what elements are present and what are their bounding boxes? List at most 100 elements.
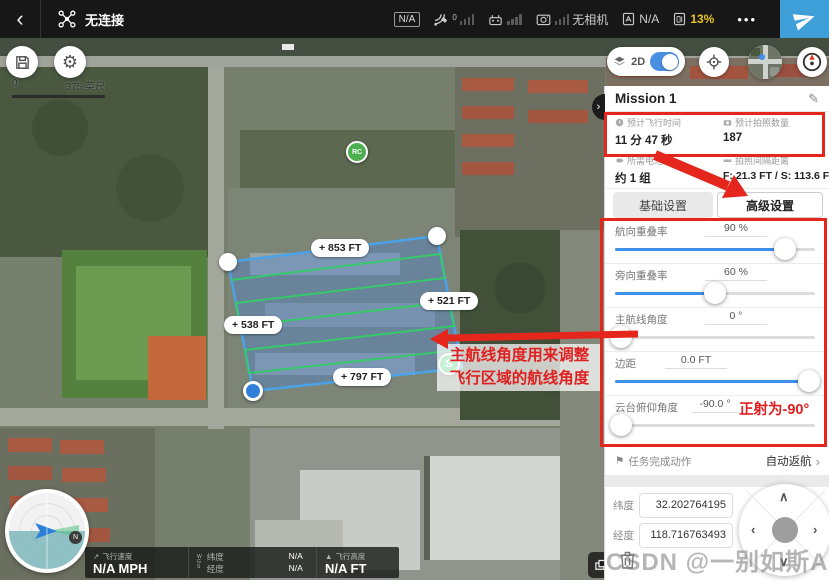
ruler-icon xyxy=(723,156,732,165)
margin-value[interactable]: 0.0 FT xyxy=(665,354,727,369)
telemetry-altitude: ▲飞行高度 N/A FT xyxy=(317,547,399,578)
clock-icon xyxy=(615,118,624,127)
minimap-button[interactable] xyxy=(748,45,782,79)
gimbal-pitch-value[interactable]: -90.0 ° xyxy=(691,398,739,413)
crosshair-icon xyxy=(706,54,722,70)
edge-measure-bottom[interactable]: + 797 FT xyxy=(333,368,391,386)
connection-label: 无连接 xyxy=(85,10,124,29)
battery-count-value: 约 1 组 xyxy=(615,170,727,186)
settings-button[interactable]: ⚙ xyxy=(54,46,86,78)
tab-basic-settings[interactable]: 基础设置 xyxy=(613,192,713,218)
scale-bar xyxy=(12,95,105,98)
margin-track[interactable] xyxy=(615,380,815,383)
more-menu-button[interactable]: ••• xyxy=(727,12,767,27)
route-angle-track[interactable] xyxy=(615,336,815,339)
scale-start: 0 xyxy=(12,78,18,93)
side-overlap-thumb[interactable] xyxy=(704,282,726,304)
gimbal-pitch-label: 云台俯仰角度 xyxy=(615,400,678,415)
dpad-right-button[interactable]: › xyxy=(813,522,817,537)
telemetry-lng-value: N/A xyxy=(289,563,303,575)
save-mission-button[interactable] xyxy=(6,46,38,78)
vertex-handle-selected[interactable] xyxy=(243,381,263,401)
gimbal-pitch-thumb[interactable] xyxy=(610,414,632,436)
scale-end: 375 英尺 xyxy=(66,78,105,93)
slider-margin: 边距 0.0 FT xyxy=(605,354,829,398)
vertex-handle-topleft[interactable] xyxy=(219,253,237,271)
margin-thumb[interactable] xyxy=(798,370,820,392)
flight-mode-status[interactable]: N/A xyxy=(621,11,659,27)
layers-icon xyxy=(613,54,626,69)
back-chevron-icon: ‹ xyxy=(16,6,23,32)
front-overlap-track[interactable] xyxy=(615,248,815,251)
route-note-line2: 飞行区域的航线角度 xyxy=(437,367,602,390)
mission-title: Mission 1 xyxy=(615,91,677,106)
tab-advanced-settings[interactable]: 高级设置 xyxy=(717,192,823,218)
rc-marker-label: RC xyxy=(352,149,362,156)
collapse-chevron-icon: › xyxy=(597,101,601,113)
toggle-knob xyxy=(662,54,678,70)
side-overlap-track[interactable] xyxy=(615,292,815,295)
chevron-right-icon: › xyxy=(816,454,820,469)
front-overlap-value[interactable]: 90 % xyxy=(705,222,767,237)
gear-icon: ⚙ xyxy=(62,52,78,73)
stat-battery-count: 所需电池数 约 1 组 xyxy=(615,154,727,186)
camera-signal-bars xyxy=(555,14,570,25)
takeoff-button[interactable] xyxy=(780,0,829,38)
route-note-line1: 主航线角度用来调整 xyxy=(437,344,602,367)
rc-location-marker: RC xyxy=(346,141,368,163)
slider-route-angle: 主航线角度 0 ° xyxy=(605,310,829,354)
map-mode-control: 2D xyxy=(607,47,685,76)
mission-settings-panel: › Mission 1 ✎ 预计飞行时间 11 分 47 秒 预计拍照数量 18… xyxy=(604,86,829,580)
battery-icon xyxy=(615,156,624,165)
gps-status[interactable]: 0 xyxy=(433,11,474,27)
route-angle-label: 主航线角度 xyxy=(615,312,668,327)
dpad-center-button[interactable] xyxy=(772,517,798,543)
gimbal-pitch-track[interactable] xyxy=(615,424,815,427)
aircraft-status-badge[interactable]: N/A xyxy=(394,12,421,27)
gimbal-note: 正射为-90° xyxy=(739,398,809,419)
edge-measure-left[interactable]: + 538 FT xyxy=(224,316,282,334)
watermark: CSDN @一别如斯AA xyxy=(606,542,829,577)
route-angle-note: 主航线角度用来调整 飞行区域的航线角度 xyxy=(437,344,602,391)
route-angle-value[interactable]: 0 ° xyxy=(705,310,767,325)
edge-measure-top[interactable]: + 853 FT xyxy=(311,239,369,257)
battery-board-icon xyxy=(672,11,687,27)
side-overlap-value[interactable]: 60 % xyxy=(705,266,767,281)
longitude-value: 118.716763493 xyxy=(650,529,726,541)
longitude-label: 经度 xyxy=(613,528,639,543)
airplane-icon xyxy=(790,5,819,34)
satellite-icon xyxy=(433,11,449,27)
photo-count-value: 187 xyxy=(723,132,829,144)
edit-mission-icon[interactable]: ✎ xyxy=(808,91,819,107)
flight-time-label: 预计飞行时间 xyxy=(627,116,681,129)
stat-photo-count: 预计拍照数量 187 xyxy=(723,116,829,144)
locate-button[interactable] xyxy=(699,47,729,77)
edge-measure-right[interactable]: + 521 FT xyxy=(420,292,478,310)
battery-status[interactable]: 13% xyxy=(672,11,714,27)
latitude-label: 纬度 xyxy=(613,498,639,513)
rc-signal-status[interactable] xyxy=(487,12,522,27)
save-icon xyxy=(14,54,31,71)
vertex-handle-topright[interactable] xyxy=(428,227,446,245)
dpad-left-button[interactable]: ‹ xyxy=(751,522,755,537)
front-overlap-thumb[interactable] xyxy=(774,238,796,260)
back-button[interactable]: ‹ xyxy=(0,0,40,38)
dpad-up-button[interactable]: ∧ xyxy=(779,489,789,505)
camera-status-label: 无相机 xyxy=(572,11,608,28)
finish-action-row[interactable]: ⚑任务完成动作 自动返航› xyxy=(605,449,829,473)
remote-controller-icon xyxy=(487,12,504,27)
2d-toggle[interactable] xyxy=(650,52,679,71)
camera-signal-status[interactable]: 无相机 xyxy=(535,11,609,28)
connection-status[interactable]: 无连接 xyxy=(57,9,124,29)
latitude-input[interactable]: 32.202764195 xyxy=(639,493,733,518)
camera-icon xyxy=(723,118,732,127)
divider xyxy=(605,188,829,189)
gps-count: 0 xyxy=(452,13,456,22)
battery-count-label: 所需电池数 xyxy=(627,154,672,167)
telemetry-bar: ↗飞行速度 N/A MPH W G S 纬度N/A 经度N/A ▲飞行高度 N/… xyxy=(85,547,399,578)
attitude-compass-widget[interactable]: N xyxy=(5,489,89,573)
route-angle-thumb[interactable] xyxy=(610,326,632,348)
divider xyxy=(605,395,829,396)
telemetry-lat-label: 纬度 xyxy=(207,551,224,563)
compass-reset-button[interactable] xyxy=(797,47,827,77)
